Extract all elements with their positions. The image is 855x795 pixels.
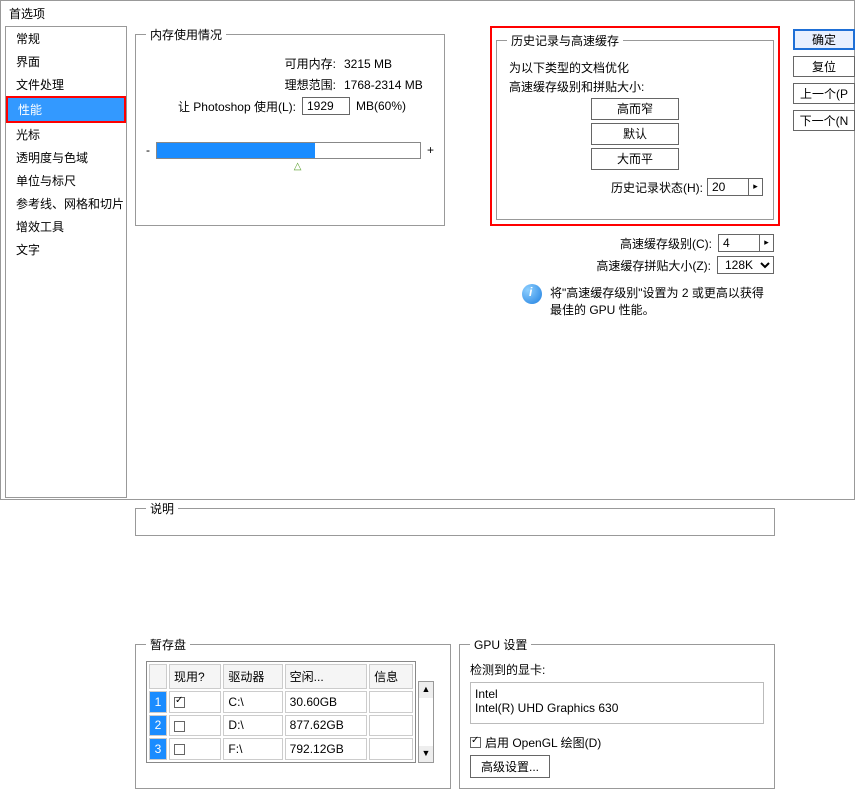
history-states-input[interactable]	[707, 178, 749, 196]
cache-level-label: 高速缓存级别(C):	[620, 235, 712, 252]
avail-memory-label: 可用内存:	[216, 55, 336, 72]
table-row[interactable]: 2 D:\ 877.62GB	[149, 715, 413, 737]
ps-use-suffix: MB(60%)	[356, 99, 406, 113]
dialog-title: 首选项	[1, 1, 854, 26]
cache-level-input[interactable]	[718, 234, 760, 252]
default-button[interactable]: 默认	[591, 123, 679, 145]
opengl-checkbox[interactable]	[470, 737, 481, 748]
sidebar-item-file-handling[interactable]: 文件处理	[6, 73, 126, 96]
col-num	[149, 664, 167, 689]
avail-memory-value: 3215 MB	[344, 57, 392, 71]
history-legend: 历史记录与高速缓存	[507, 32, 623, 49]
sidebar-item-cursors[interactable]: 光标	[6, 123, 126, 146]
active-checkbox[interactable]	[174, 744, 185, 755]
table-row[interactable]: 3 F:\ 792.12GB	[149, 738, 413, 760]
scratch-table: 现用? 驱动器 空闲... 信息 1 C:\ 30.60GB	[146, 661, 416, 763]
slider-minus[interactable]: -	[146, 143, 150, 157]
sidebar-item-transparency[interactable]: 透明度与色域	[6, 146, 126, 169]
col-info[interactable]: 信息	[369, 664, 413, 689]
active-checkbox[interactable]	[174, 697, 185, 708]
preferences-dialog: 首选项 确定 复位 上一个(P 下一个(N 常规 界面 文件处理 性能 光标 透…	[0, 0, 855, 500]
sidebar-item-type[interactable]: 文字	[6, 238, 126, 261]
slider-handle-icon: △	[294, 161, 302, 172]
performance-highlight: 性能	[6, 96, 126, 123]
stepper-arrow-icon[interactable]: ▸	[748, 178, 763, 196]
move-up-button[interactable]: ▲	[419, 682, 433, 698]
active-checkbox[interactable]	[174, 721, 185, 732]
cache-hint: 将"高速缓存级别"设置为 2 或更高以获得最佳的 GPU 性能。	[550, 284, 770, 318]
slider-plus[interactable]: +	[427, 143, 434, 157]
sidebar-item-general[interactable]: 常规	[6, 27, 126, 50]
stepper-arrow-icon[interactable]: ▸	[759, 234, 774, 252]
sidebar-item-interface[interactable]: 界面	[6, 50, 126, 73]
opengl-label: 启用 OpenGL 绘图(D)	[485, 734, 601, 751]
reorder-buttons: ▲ ▼	[418, 681, 434, 763]
col-active[interactable]: 现用?	[169, 664, 221, 689]
scratch-disks-group: 暂存盘 现用? 驱动器 空闲... 信息 1 C:	[135, 636, 451, 789]
info-icon	[522, 284, 542, 304]
scratch-legend: 暂存盘	[146, 636, 190, 653]
ideal-range-label: 理想范围:	[216, 76, 336, 93]
sidebar-item-guides[interactable]: 参考线、网格和切片	[6, 192, 126, 215]
ps-use-input[interactable]	[302, 97, 350, 115]
gpu-legend: GPU 设置	[470, 636, 531, 653]
cache-tile-select[interactable]: 128K	[717, 256, 774, 274]
desc-legend: 说明	[146, 500, 178, 517]
memory-usage-group: 内存使用情况 可用内存: 3215 MB 理想范围: 1768-2314 MB …	[135, 26, 445, 226]
move-down-button[interactable]: ▼	[419, 746, 433, 762]
history-sub1: 为以下类型的文档优化	[509, 59, 763, 76]
cache-tile-label: 高速缓存拼贴大小(Z):	[596, 257, 711, 274]
memory-legend: 内存使用情况	[146, 26, 226, 43]
memory-slider[interactable]: △	[156, 142, 421, 159]
col-drive[interactable]: 驱动器	[223, 664, 282, 689]
history-states-label: 历史记录状态(H):	[611, 179, 703, 196]
history-highlight: 历史记录与高速缓存 为以下类型的文档优化 高速缓存级别和拼贴大小: 高而窄 默认…	[490, 26, 780, 226]
sidebar-item-performance[interactable]: 性能	[8, 98, 124, 121]
history-sub2: 高速缓存级别和拼贴大小:	[509, 78, 763, 95]
gpu-line1: Intel	[475, 687, 759, 701]
content-area: 内存使用情况 可用内存: 3215 MB 理想范围: 1768-2314 MB …	[127, 26, 850, 498]
detected-gpu-label: 检测到的显卡:	[470, 661, 764, 678]
ps-use-label: 让 Photoshop 使用(L):	[146, 98, 296, 115]
sidebar-item-plugins[interactable]: 增效工具	[6, 215, 126, 238]
col-free[interactable]: 空闲...	[285, 664, 367, 689]
cache-settings: 高速缓存级别(C): ▸ 高速缓存拼贴大小(Z): 128K 将"高速缓存级别"…	[492, 230, 774, 318]
sidebar-item-units[interactable]: 单位与标尺	[6, 169, 126, 192]
history-cache-group: 历史记录与高速缓存 为以下类型的文档优化 高速缓存级别和拼贴大小: 高而窄 默认…	[496, 32, 774, 220]
big-flat-button[interactable]: 大而平	[591, 148, 679, 170]
gpu-settings-group: GPU 设置 检测到的显卡: Intel Intel(R) UHD Graphi…	[459, 636, 775, 789]
tall-thin-button[interactable]: 高而窄	[591, 98, 679, 120]
advanced-settings-button[interactable]: 高级设置...	[470, 755, 550, 778]
table-row[interactable]: 1 C:\ 30.60GB	[149, 691, 413, 713]
gpu-line2: Intel(R) UHD Graphics 630	[475, 701, 759, 715]
category-sidebar: 常规 界面 文件处理 性能 光标 透明度与色域 单位与标尺 参考线、网格和切片 …	[5, 26, 127, 498]
ideal-range-value: 1768-2314 MB	[344, 78, 423, 92]
description-group: 说明	[135, 500, 775, 536]
